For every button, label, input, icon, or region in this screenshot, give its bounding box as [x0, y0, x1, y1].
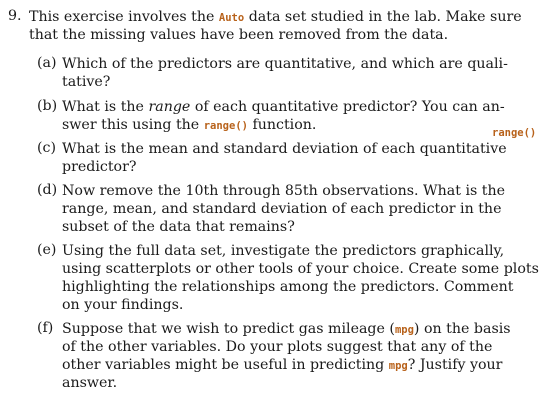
part-e-line-4: on your findings. [62, 297, 184, 313]
part-d-line-1: Now remove the 10th through 85th observa… [62, 183, 506, 199]
margin-note-range: range() [492, 127, 537, 139]
part-a-label: (a) [37, 55, 57, 71]
range-emphasis: range [148, 99, 191, 115]
part-d-label: (d) [37, 182, 58, 198]
part-a-line-2: tative? [62, 74, 111, 90]
part-b-line-2: swer this using the range() function. [62, 117, 317, 133]
mpg-code: mpg [394, 324, 414, 336]
part-b-label: (b) [37, 98, 58, 114]
part-d-line-2: range, mean, and standard deviation of e… [62, 201, 502, 217]
part-f-line-2: of the other variables. Do your plots su… [62, 339, 493, 355]
part-a-line-1: Which of the predictors are quantitative… [62, 56, 508, 72]
part-e-line-3: highlighting the relationships among the… [62, 279, 514, 295]
part-e-label: (e) [37, 242, 57, 258]
part-c-label: (c) [37, 140, 57, 156]
part-f-line-1: Suppose that we wish to predict gas mile… [62, 321, 511, 337]
part-d-line-3: subset of the data that remains? [62, 219, 295, 235]
part-f-line-3: other variables might be useful in predi… [62, 357, 503, 373]
range-function-code: range() [203, 120, 248, 132]
intro-line-2: that the missing values have been remove… [29, 27, 449, 43]
part-c-line-2: predictor? [62, 159, 137, 175]
part-f-label: (f) [37, 320, 54, 336]
part-e-line-1: Using the full data set, investigate the… [62, 243, 505, 259]
exercise-number: 9. [8, 8, 22, 24]
intro-line-1: This exercise involves the Auto data set… [29, 9, 522, 25]
part-b-line-1: What is the range of each quantitative p… [62, 99, 505, 115]
part-f-line-4: answer. [62, 375, 118, 391]
dataset-name: Auto [218, 12, 245, 24]
mpg-code-2: mpg [388, 360, 408, 372]
part-c-line-1: What is the mean and standard deviation … [62, 141, 507, 157]
part-e-line-2: using scatterplots or other tools of you… [62, 261, 539, 277]
